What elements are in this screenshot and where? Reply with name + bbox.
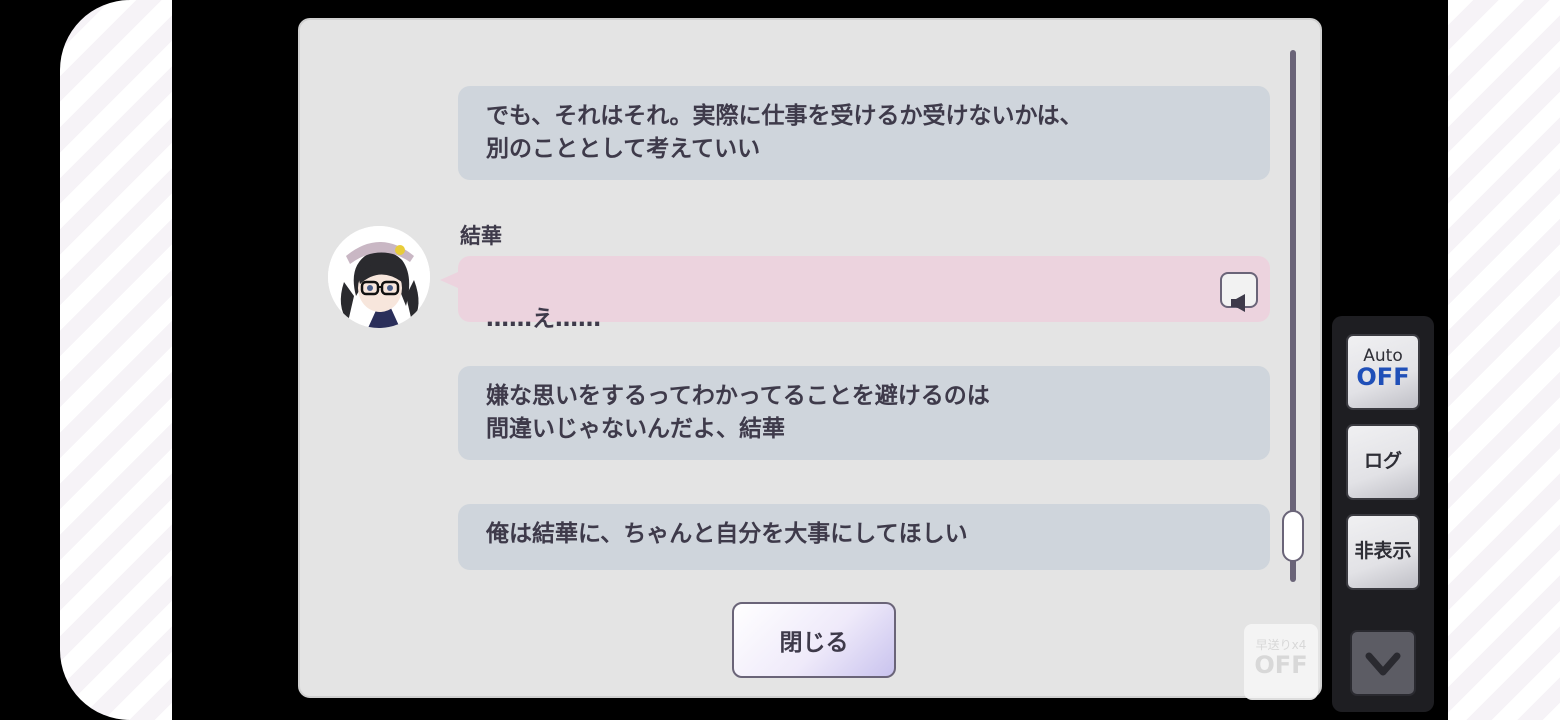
- hide-button-label: 非表示: [1354, 540, 1412, 562]
- voice-replay-button[interactable]: [1220, 272, 1258, 312]
- fast-forward-button[interactable]: 早送りx4 OFF: [1244, 624, 1318, 700]
- character-message-text: ……え……: [486, 306, 601, 332]
- character-avatar: [328, 226, 430, 328]
- background-left: [60, 0, 172, 720]
- chevron-down-icon: [1363, 652, 1403, 688]
- character-message: ……え……: [440, 256, 1270, 332]
- menu-collapse-button[interactable]: [1350, 630, 1416, 696]
- log-button[interactable]: ログ: [1346, 424, 1420, 500]
- speaker-name: 結華: [460, 224, 502, 248]
- log-message: でも、それはそれ。実際に仕事を受けるか受けないかは、 別のこととして考えていい: [458, 86, 1270, 180]
- log-message: 嫌な思いをするってわかってることを避けるのは 間違いじゃないんだよ、結華: [458, 366, 1270, 460]
- message-log-panel: でも、それはそれ。実際に仕事を受けるか受けないかは、 別のこととして考えていい …: [298, 18, 1322, 698]
- speaker-icon: [1228, 257, 1250, 323]
- auto-button[interactable]: Auto OFF: [1346, 334, 1420, 410]
- log-button-label: ログ: [1363, 450, 1402, 472]
- close-button-label: 閉じる: [779, 630, 849, 656]
- fast-forward-state: OFF: [1254, 651, 1308, 679]
- background-right: [1448, 0, 1560, 720]
- log-message: 俺は結華に、ちゃんと自分を大事にしてほしい: [458, 504, 1270, 570]
- scrollbar-thumb[interactable]: [1282, 510, 1304, 562]
- close-button[interactable]: 閉じる: [732, 602, 896, 678]
- side-control-panel: Auto OFF ログ 非表示: [1332, 316, 1434, 712]
- scrollbar-track[interactable]: [1290, 50, 1296, 582]
- hide-button[interactable]: 非表示: [1346, 514, 1420, 590]
- auto-state: OFF: [1356, 363, 1410, 391]
